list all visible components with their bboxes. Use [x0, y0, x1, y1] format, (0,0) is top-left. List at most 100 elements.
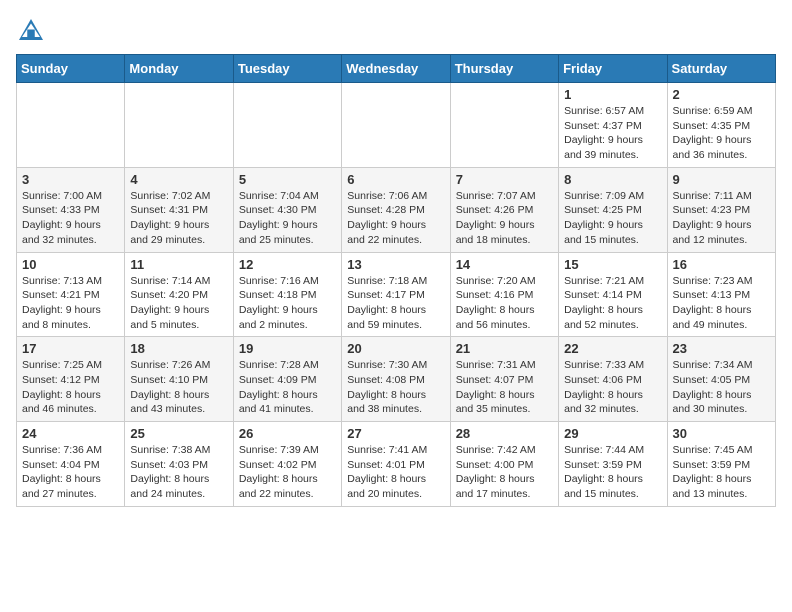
calendar-cell: 21Sunrise: 7:31 AM Sunset: 4:07 PM Dayli… — [450, 337, 558, 422]
day-number: 12 — [239, 257, 336, 272]
calendar-cell: 23Sunrise: 7:34 AM Sunset: 4:05 PM Dayli… — [667, 337, 775, 422]
day-number: 5 — [239, 172, 336, 187]
day-info: Sunrise: 7:02 AM Sunset: 4:31 PM Dayligh… — [130, 189, 227, 248]
calendar-cell: 19 Sunrise: 7:28 AM Sunset: 4:09 PM Dayli… — [233, 337, 341, 422]
day-number: 7 — [456, 172, 553, 187]
day-info: Sunrise: 7:20 AM Sunset: 4:16 PM Dayligh… — [456, 274, 553, 333]
day-info: Sunrise: 6:57 AM Sunset: 4:37 PM Dayligh… — [564, 104, 661, 163]
day-number: 24 — [22, 426, 119, 441]
header-wednesday: Wednesday — [342, 55, 450, 83]
calendar-cell: 25 Sunrise: 7:38 AM Sunset: 4:03 PM Dayli… — [125, 422, 233, 507]
day-info: Sunrise: 7:39 AM Sunset: 4:02 PM Dayligh… — [239, 443, 336, 502]
day-number: 17 — [22, 341, 119, 356]
day-number: 22 — [564, 341, 661, 356]
calendar-cell: 11 Sunrise: 7:14 AM Sunset: 4:20 PM Dayli… — [125, 252, 233, 337]
calendar-cell: 5 Sunrise: 7:04 AM Sunset: 4:30 PM Daylig… — [233, 167, 341, 252]
calendar-week-4: 24 Sunrise: 7:36 AM Sunset: 4:04 PM Dayli… — [17, 422, 776, 507]
calendar-cell: 28 Sunrise: 7:42 AM Sunset: 4:00 PM Dayli… — [450, 422, 558, 507]
calendar-cell: 22 Sunrise: 7:33 AM Sunset: 4:06 PM Dayli… — [559, 337, 667, 422]
day-number: 25 — [130, 426, 227, 441]
day-number: 23 — [673, 341, 770, 356]
header-sunday: Sunday — [17, 55, 125, 83]
calendar-cell: 12 Sunrise: 7:16 AM Sunset: 4:18 PM Dayli… — [233, 252, 341, 337]
calendar-cell: 3Sunrise: 7:00 AM Sunset: 4:33 PM Daylig… — [17, 167, 125, 252]
calendar: SundayMondayTuesdayWednesdayThursdayFrid… — [16, 54, 776, 507]
day-info: Sunrise: 7:13 AM Sunset: 4:21 PM Dayligh… — [22, 274, 119, 333]
day-info: Sunrise: 7:33 AM Sunset: 4:06 PM Dayligh… — [564, 358, 661, 417]
day-info: Sunrise: 7:45 AM Sunset: 3:59 PM Dayligh… — [673, 443, 770, 502]
calendar-cell: 10 Sunrise: 7:13 AM Sunset: 4:21 PM Dayli… — [17, 252, 125, 337]
day-info: Sunrise: 7:06 AM Sunset: 4:28 PM Dayligh… — [347, 189, 444, 248]
day-info: Sunrise: 6:59 AM Sunset: 4:35 PM Dayligh… — [673, 104, 770, 163]
day-info: Sunrise: 7:11 AM Sunset: 4:23 PM Dayligh… — [673, 189, 770, 248]
logo-icon — [16, 16, 46, 46]
day-info: Sunrise: 7:26 AM Sunset: 4:10 PM Dayligh… — [130, 358, 227, 417]
calendar-cell — [17, 83, 125, 168]
calendar-cell: 24 Sunrise: 7:36 AM Sunset: 4:04 PM Dayli… — [17, 422, 125, 507]
day-info: Sunrise: 7:41 AM Sunset: 4:01 PM Dayligh… — [347, 443, 444, 502]
day-info: Sunrise: 7:23 AM Sunset: 4:13 PM Dayligh… — [673, 274, 770, 333]
day-info: Sunrise: 7:44 AM Sunset: 3:59 PM Dayligh… — [564, 443, 661, 502]
day-info: Sunrise: 7:18 AM Sunset: 4:17 PM Dayligh… — [347, 274, 444, 333]
header-thursday: Thursday — [450, 55, 558, 83]
calendar-cell: 2Sunrise: 6:59 AM Sunset: 4:35 PM Daylig… — [667, 83, 775, 168]
day-number: 18 — [130, 341, 227, 356]
day-number: 8 — [564, 172, 661, 187]
header-tuesday: Tuesday — [233, 55, 341, 83]
day-number: 15 — [564, 257, 661, 272]
calendar-cell: 15Sunrise: 7:21 AM Sunset: 4:14 PM Dayli… — [559, 252, 667, 337]
day-info: Sunrise: 7:28 AM Sunset: 4:09 PM Dayligh… — [239, 358, 336, 417]
day-info: Sunrise: 7:16 AM Sunset: 4:18 PM Dayligh… — [239, 274, 336, 333]
calendar-week-0: 1 Sunrise: 6:57 AM Sunset: 4:37 PM Daylig… — [17, 83, 776, 168]
logo — [16, 16, 50, 46]
calendar-cell — [342, 83, 450, 168]
day-info: Sunrise: 7:42 AM Sunset: 4:00 PM Dayligh… — [456, 443, 553, 502]
day-number: 13 — [347, 257, 444, 272]
day-info: Sunrise: 7:00 AM Sunset: 4:33 PM Dayligh… — [22, 189, 119, 248]
day-number: 20 — [347, 341, 444, 356]
day-number: 14 — [456, 257, 553, 272]
calendar-week-1: 3Sunrise: 7:00 AM Sunset: 4:33 PM Daylig… — [17, 167, 776, 252]
header — [16, 16, 776, 46]
header-friday: Friday — [559, 55, 667, 83]
calendar-cell: 18 Sunrise: 7:26 AM Sunset: 4:10 PM Dayli… — [125, 337, 233, 422]
day-number: 16 — [673, 257, 770, 272]
day-number: 4 — [130, 172, 227, 187]
day-info: Sunrise: 7:31 AM Sunset: 4:07 PM Dayligh… — [456, 358, 553, 417]
calendar-cell: 17 Sunrise: 7:25 AM Sunset: 4:12 PM Dayli… — [17, 337, 125, 422]
day-number: 27 — [347, 426, 444, 441]
calendar-cell: 4 Sunrise: 7:02 AM Sunset: 4:31 PM Daylig… — [125, 167, 233, 252]
calendar-cell — [233, 83, 341, 168]
calendar-cell: 8 Sunrise: 7:09 AM Sunset: 4:25 PM Daylig… — [559, 167, 667, 252]
calendar-cell: 29 Sunrise: 7:44 AM Sunset: 3:59 PM Dayli… — [559, 422, 667, 507]
day-info: Sunrise: 7:14 AM Sunset: 4:20 PM Dayligh… — [130, 274, 227, 333]
calendar-cell: 6 Sunrise: 7:06 AM Sunset: 4:28 PM Daylig… — [342, 167, 450, 252]
day-number: 19 — [239, 341, 336, 356]
calendar-cell: 30 Sunrise: 7:45 AM Sunset: 3:59 PM Dayli… — [667, 422, 775, 507]
day-number: 9 — [673, 172, 770, 187]
calendar-cell — [125, 83, 233, 168]
header-monday: Monday — [125, 55, 233, 83]
calendar-cell: 1 Sunrise: 6:57 AM Sunset: 4:37 PM Daylig… — [559, 83, 667, 168]
day-number: 10 — [22, 257, 119, 272]
day-info: Sunrise: 7:25 AM Sunset: 4:12 PM Dayligh… — [22, 358, 119, 417]
day-info: Sunrise: 7:07 AM Sunset: 4:26 PM Dayligh… — [456, 189, 553, 248]
day-number: 29 — [564, 426, 661, 441]
day-info: Sunrise: 7:04 AM Sunset: 4:30 PM Dayligh… — [239, 189, 336, 248]
day-info: Sunrise: 7:38 AM Sunset: 4:03 PM Dayligh… — [130, 443, 227, 502]
calendar-cell: 20 Sunrise: 7:30 AM Sunset: 4:08 PM Dayli… — [342, 337, 450, 422]
day-number: 6 — [347, 172, 444, 187]
day-info: Sunrise: 7:09 AM Sunset: 4:25 PM Dayligh… — [564, 189, 661, 248]
day-info: Sunrise: 7:30 AM Sunset: 4:08 PM Dayligh… — [347, 358, 444, 417]
calendar-cell: 27 Sunrise: 7:41 AM Sunset: 4:01 PM Dayli… — [342, 422, 450, 507]
calendar-cell: 9 Sunrise: 7:11 AM Sunset: 4:23 PM Daylig… — [667, 167, 775, 252]
day-number: 30 — [673, 426, 770, 441]
calendar-cell: 14 Sunrise: 7:20 AM Sunset: 4:16 PM Dayli… — [450, 252, 558, 337]
calendar-header-row: SundayMondayTuesdayWednesdayThursdayFrid… — [17, 55, 776, 83]
day-info: Sunrise: 7:36 AM Sunset: 4:04 PM Dayligh… — [22, 443, 119, 502]
calendar-cell — [450, 83, 558, 168]
day-number: 1 — [564, 87, 661, 102]
day-number: 28 — [456, 426, 553, 441]
calendar-cell: 7 Sunrise: 7:07 AM Sunset: 4:26 PM Daylig… — [450, 167, 558, 252]
day-number: 11 — [130, 257, 227, 272]
